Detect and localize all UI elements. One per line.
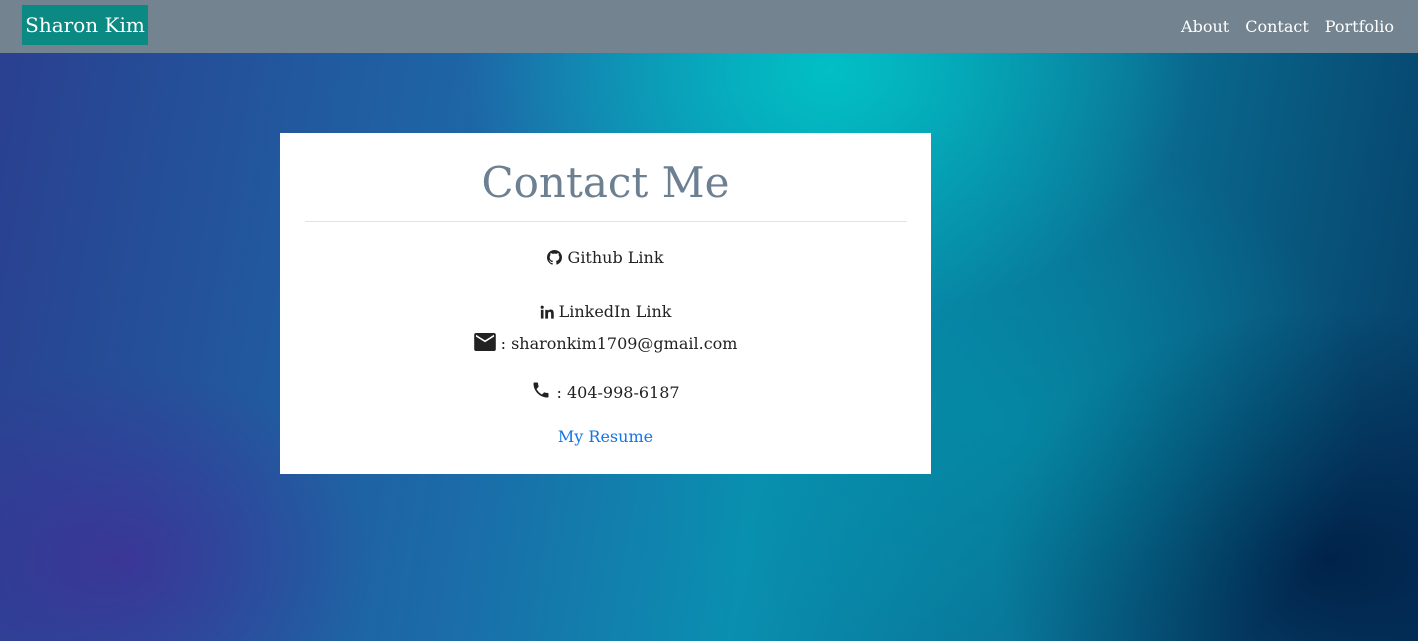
linkedin-icon bbox=[540, 302, 559, 321]
linkedin-link[interactable]: LinkedIn Link bbox=[559, 302, 672, 321]
phone-icon bbox=[531, 382, 556, 402]
title-divider bbox=[305, 221, 907, 222]
phone-text: : 404-998-6187 bbox=[556, 383, 680, 402]
linkedin-row: LinkedIn Link bbox=[280, 302, 931, 321]
top-navbar: Sharon Kim About Contact Portfolio bbox=[0, 0, 1418, 53]
nav-about-link[interactable]: About bbox=[1181, 17, 1229, 36]
phone-row: : 404-998-6187 bbox=[280, 380, 931, 402]
github-icon bbox=[547, 248, 567, 267]
email-text: : sharonkim1709@gmail.com bbox=[500, 334, 738, 353]
resume-row: My Resume bbox=[280, 427, 931, 446]
brand-logo-link[interactable]: Sharon Kim bbox=[22, 5, 148, 45]
email-row: : sharonkim1709@gmail.com bbox=[280, 333, 931, 353]
resume-link[interactable]: My Resume bbox=[558, 427, 653, 446]
nav-contact-link[interactable]: Contact bbox=[1245, 17, 1309, 36]
nav-links: About Contact Portfolio bbox=[1181, 0, 1394, 53]
page-title: Contact Me bbox=[481, 158, 730, 207]
nav-portfolio-link[interactable]: Portfolio bbox=[1325, 17, 1394, 36]
mail-icon bbox=[473, 333, 501, 353]
github-row: Github Link bbox=[280, 248, 931, 267]
github-link[interactable]: Github Link bbox=[568, 248, 664, 267]
contact-card: Contact Me Github Link LinkedIn Link : s… bbox=[280, 133, 931, 474]
